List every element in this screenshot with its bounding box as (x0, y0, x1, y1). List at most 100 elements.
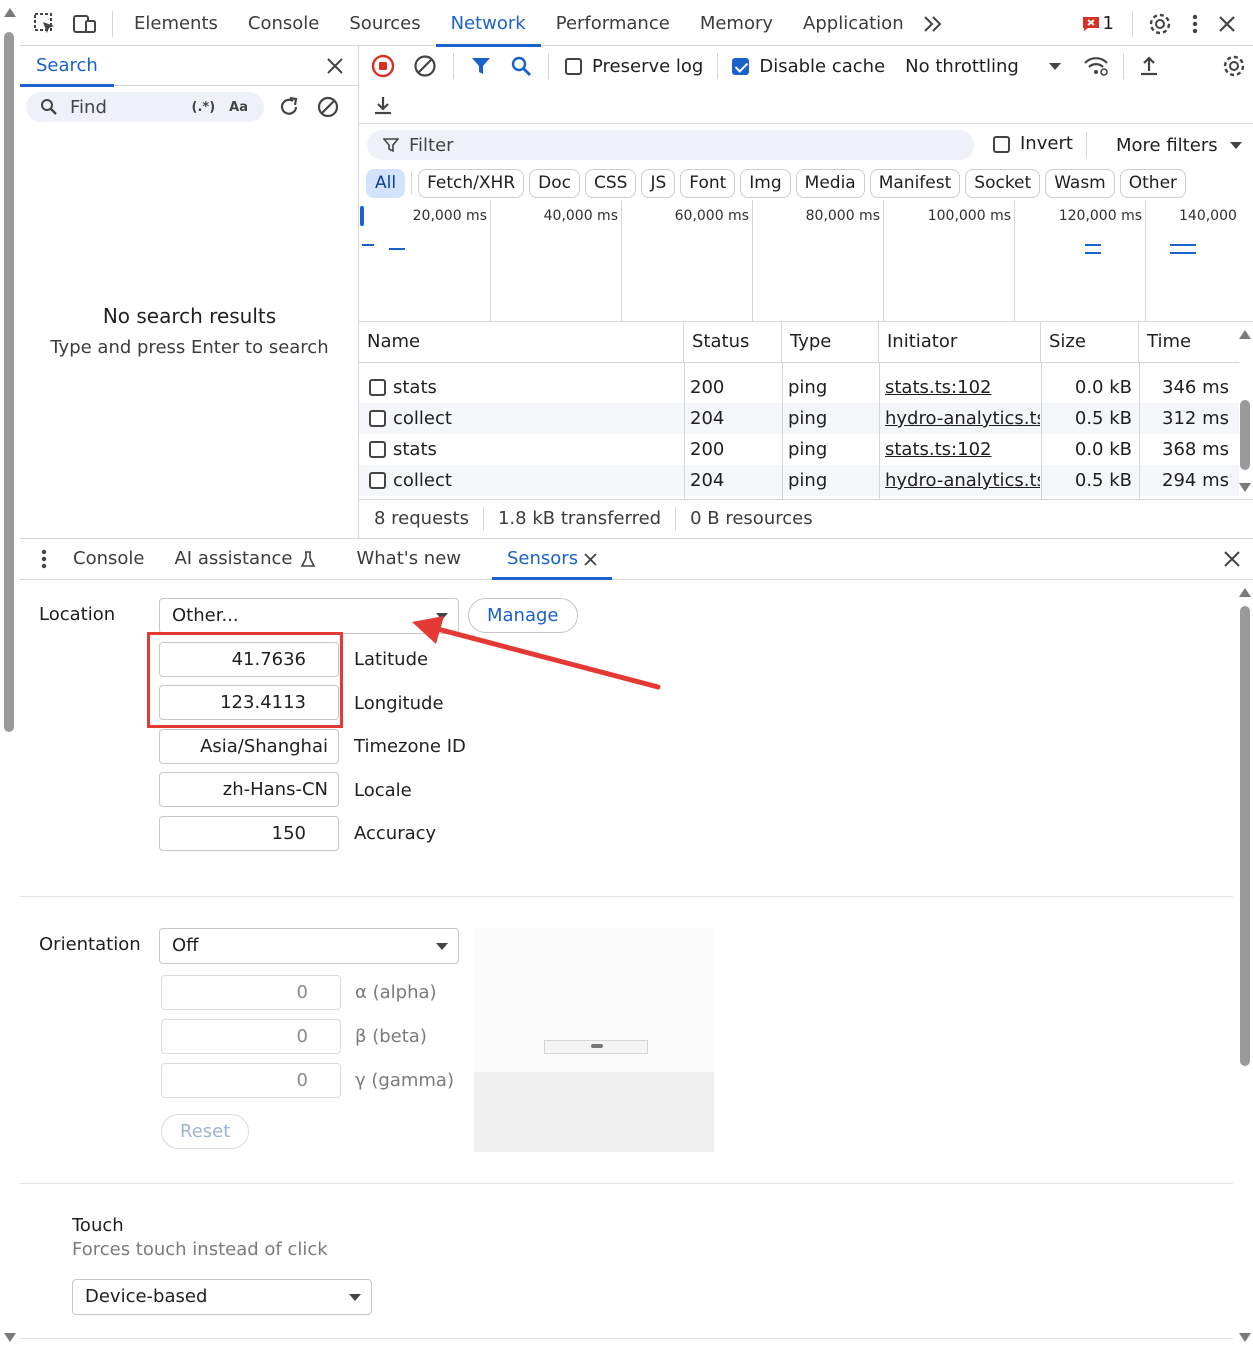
column-header-initiator[interactable]: Initiator (879, 322, 1041, 363)
scroll-down-arrow-icon[interactable] (4, 1333, 16, 1342)
column-header-type[interactable]: Type (782, 322, 879, 363)
timezone-input[interactable]: Asia/Shanghai (159, 729, 339, 764)
settings-gear-icon[interactable] (1147, 11, 1173, 37)
network-settings-gear-icon[interactable] (1221, 53, 1247, 79)
orientation-preview[interactable] (474, 928, 714, 1152)
inspect-element-icon[interactable] (32, 11, 58, 37)
issues-indicator[interactable]: 1 (1082, 13, 1114, 34)
tab-performance[interactable]: Performance (541, 2, 685, 46)
chip-other[interactable]: Other (1119, 168, 1187, 198)
locale-input[interactable]: zh-Hans-CN (159, 772, 339, 807)
clear-log-icon[interactable] (413, 54, 437, 78)
device-toolbar-icon[interactable] (72, 11, 98, 37)
orientation-select[interactable]: Off (159, 928, 459, 964)
tab-memory[interactable]: Memory (685, 2, 788, 46)
chip-all[interactable]: All (366, 168, 406, 198)
disable-cache-label[interactable]: Disable cache (759, 56, 885, 77)
drawer-tab-sensors[interactable]: Sensors (492, 539, 613, 580)
close-devtools-icon[interactable] (1217, 14, 1237, 34)
page-scrollbar[interactable] (0, 0, 20, 1345)
longitude-input[interactable]: 123.4113 (159, 685, 339, 720)
table-row[interactable]: stats 200 ping stats.ts:102 0.0 kB 346 m… (359, 372, 1239, 403)
disable-cache-checkbox[interactable] (732, 57, 750, 75)
latitude-input[interactable]: 41.7636 (159, 642, 339, 677)
row-checkbox[interactable] (369, 410, 386, 427)
overview-left-handle[interactable] (360, 206, 364, 226)
table-row[interactable]: stats 200 ping stats.ts:102 0.0 kB 368 m… (359, 434, 1239, 465)
tab-application[interactable]: Application (788, 2, 919, 46)
row-checkbox[interactable] (369, 379, 386, 396)
throttling-select[interactable]: No throttling (905, 56, 1061, 77)
filter-input[interactable]: Filter (367, 130, 974, 160)
page-scroll-thumb[interactable] (4, 32, 14, 732)
drawer-tab-whats-new[interactable]: What's new (341, 539, 476, 579)
chip-wasm[interactable]: Wasm (1045, 168, 1115, 198)
scroll-down-arrow-icon[interactable] (1239, 1333, 1251, 1342)
filter-funnel-icon[interactable] (470, 55, 492, 77)
tab-elements[interactable]: Elements (119, 2, 233, 46)
chip-font[interactable]: Font (680, 168, 736, 198)
drawer-menu-icon[interactable] (40, 548, 48, 570)
alpha-input[interactable]: 0 (161, 975, 341, 1010)
row-checkbox[interactable] (369, 472, 386, 489)
refresh-icon[interactable] (276, 94, 302, 120)
chip-manifest[interactable]: Manifest (869, 168, 961, 198)
drawer-tab-console[interactable]: Console (58, 539, 159, 579)
column-header-size[interactable]: Size (1041, 322, 1139, 363)
row-initiator-link[interactable]: hydro-analytics.ts: (885, 465, 1040, 496)
table-row[interactable]: collect 204 ping hydro-analytics.ts: 0.5… (359, 403, 1239, 434)
match-case-toggle[interactable]: Aa (229, 100, 248, 115)
scroll-up-arrow-icon[interactable] (1239, 588, 1251, 597)
scroll-up-arrow-icon[interactable] (4, 8, 16, 17)
clear-search-icon[interactable] (315, 94, 341, 120)
stop-recording-icon[interactable] (371, 54, 395, 78)
sensors-scroll-thumb[interactable] (1240, 606, 1250, 1066)
sensors-scrollbar[interactable] (1237, 580, 1253, 1345)
kebab-menu-icon[interactable] (1191, 13, 1199, 35)
tab-sources[interactable]: Sources (334, 2, 435, 46)
chip-js[interactable]: JS (641, 168, 676, 198)
reset-orientation-button[interactable]: Reset (161, 1114, 250, 1149)
scroll-up-arrow-icon[interactable] (1239, 330, 1251, 339)
table-scrollbar[interactable] (1237, 322, 1253, 499)
accuracy-input[interactable]: 150 (159, 816, 339, 851)
gamma-input[interactable]: 0 (161, 1063, 341, 1098)
tab-network[interactable]: Network (435, 2, 541, 47)
touch-select[interactable]: Device-based (72, 1279, 372, 1315)
chip-doc[interactable]: Doc (529, 168, 580, 198)
close-tab-icon[interactable] (584, 552, 597, 566)
search-network-icon[interactable] (510, 55, 532, 77)
network-overview[interactable]: 20,000 ms 40,000 ms 60,000 ms 80,000 ms … (359, 200, 1253, 322)
column-header-status[interactable]: Status (684, 322, 782, 363)
find-input[interactable]: Find (.*) Aa (26, 92, 264, 122)
chip-fetch-xhr[interactable]: Fetch/XHR (418, 168, 525, 198)
drawer-tab-ai-assistance[interactable]: AI assistance (159, 539, 331, 579)
preserve-log-checkbox[interactable] (565, 57, 582, 75)
import-har-icon[interactable] (1138, 55, 1160, 77)
preserve-log-label[interactable]: Preserve log (592, 56, 703, 77)
invert-checkbox[interactable] (993, 136, 1010, 153)
table-row[interactable]: collect 204 ping hydro-analytics.ts: 0.5… (359, 465, 1239, 496)
network-conditions-wifi-icon[interactable] (1083, 54, 1109, 78)
chip-socket[interactable]: Socket (965, 168, 1041, 198)
table-scroll-thumb[interactable] (1240, 400, 1250, 470)
tab-console[interactable]: Console (233, 2, 334, 46)
more-filters-dropdown[interactable]: More filters (1116, 132, 1242, 158)
more-tabs-icon[interactable] (921, 12, 945, 36)
tab-search[interactable]: Search (20, 46, 114, 87)
beta-input[interactable]: 0 (161, 1019, 341, 1054)
chip-media[interactable]: Media (795, 168, 865, 198)
regex-toggle[interactable]: (.*) (192, 100, 216, 115)
chip-img[interactable]: Img (740, 168, 791, 198)
row-checkbox[interactable] (369, 441, 386, 458)
invert-label[interactable]: Invert (1020, 133, 1073, 154)
close-search-icon[interactable] (326, 57, 344, 75)
column-header-name[interactable]: Name (359, 322, 684, 363)
scroll-down-arrow-icon[interactable] (1239, 483, 1251, 492)
export-har-icon[interactable] (372, 94, 394, 116)
row-initiator-link[interactable]: hydro-analytics.ts: (885, 403, 1040, 434)
row-initiator-link[interactable]: stats.ts:102 (885, 434, 1040, 465)
column-header-time[interactable]: Time (1139, 322, 1239, 363)
chip-css[interactable]: CSS (585, 168, 637, 198)
row-initiator-link[interactable]: stats.ts:102 (885, 372, 1040, 403)
